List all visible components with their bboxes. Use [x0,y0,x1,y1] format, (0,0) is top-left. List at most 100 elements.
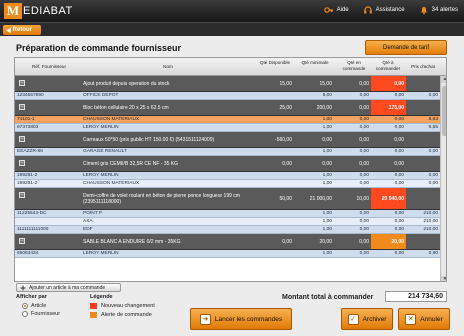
cell-minimale: 200,00 [316,104,332,111]
product-row[interactable]: − SABLE BLANC A ENDUIRE 0/2 mm - 35KG 0,00… [15,234,440,250]
cell-prix [406,156,440,171]
cell-a-commander: 0,00 [394,149,404,154]
help-label: Aide [336,7,349,13]
col-dispo[interactable]: Qté Disponible [258,60,292,66]
product-description: Ajout produit depuis operation du stock [83,80,170,87]
order-grid: Réf. Fournisseur Nom Qté Disponible Qté … [14,57,447,282]
product-row[interactable]: − Bloc béton cellulaire 20 x 25 x 62.5 cm… [15,100,440,116]
product-row[interactable]: − Carreaux 50*50 (prix public HT 150.00 €… [15,132,440,148]
cell-en-commande: 0,00 [359,160,369,167]
col-minimale[interactable]: Qté minimale [298,60,332,66]
cell-minimale: 1,00 [322,251,332,256]
supplier-ref [17,218,79,225]
cell-a-commander: 0,00 [394,173,404,178]
scroll-up-icon[interactable]: ▲ [441,76,446,83]
supplier-ref: EEAZZR-88 [17,149,43,154]
cell-a-commander: 0,00 [394,160,404,167]
help-link[interactable]: Aide [323,5,349,15]
cell-en-commande: 0,00 [359,251,369,256]
launch-orders-button[interactable]: ➜ Lancer les commandes [190,308,292,330]
cell-prix: 8,63 [428,117,438,122]
logo: M EDIABAT [4,3,73,19]
assistance-label: Assistance [375,7,405,13]
col-ref[interactable]: Réf. Fournisseur [19,64,79,70]
supplier-row[interactable]: 74101-1 CHAUSSON MATERIAUX 1,00 0,00 0,00 8,6… [15,116,440,124]
cell-minimale: 15,00 [319,80,332,87]
truck-icon: ➜ [199,313,211,325]
assistance-link[interactable]: Assistance [363,5,405,15]
collapse-icon[interactable]: − [19,136,25,142]
cell-minimale: 0,00 [322,136,332,143]
scroll-thumb[interactable] [442,86,446,136]
supplier-ref: 199281-2 [17,173,38,178]
product-row[interactable]: − Demi-coffre de volet roulant en béton d… [15,188,440,210]
supplier-row[interactable]: AXA 1,00 0,00 0,00 210,00 [15,218,440,226]
cell-en-commande: 10,00 [356,195,369,202]
cancel-icon: ✕ [405,313,417,325]
radio-article-control[interactable] [22,303,28,309]
cell-prix: 210,00 [423,219,438,224]
supplier-row[interactable]: 1234567890 OFFICE DEPOT 5,00 0,00 0,00 0,00 [15,92,440,100]
radio-article[interactable]: Article [22,303,60,309]
cell-en-commande: 0,00 [359,173,369,178]
tarif-request-button[interactable]: Demande de tarif [365,40,447,55]
total-label: Montant total à commander [282,294,374,301]
cell-prix [406,234,440,249]
cell-minimale: 1,00 [322,227,332,232]
alerts-link[interactable]: 34 alertes [419,5,458,15]
cancel-button[interactable]: ✕ Annuler [398,308,450,330]
cell-minimale: 1,00 [322,181,332,186]
supplier-row[interactable]: 67373803 LEROY MERLIN 1,00 0,00 0,00 6,55 [15,124,440,132]
cell-dispo [258,210,294,217]
cell-dispo: 50,00 [279,195,292,202]
supplier-row[interactable]: 65063434 LEROY MERLIN 1,00 0,00 0,00 0,90 [15,250,440,258]
cell-prix: 0,00 [428,181,438,186]
cell-minimale: 5,00 [322,93,332,98]
cell-prix: 0,00 [428,149,438,154]
supplier-row[interactable]: 11225544-DC POINT P 1,00 0,00 0,00 210,00 [15,210,440,218]
cell-a-commander: 0,00 [394,251,404,256]
col-en-commande[interactable]: Qté en commande [336,60,372,71]
grid-scrollbar[interactable]: ▲ ▼ [440,76,446,281]
cell-prix [406,188,440,209]
col-name[interactable]: Nom [83,64,253,70]
collapse-icon[interactable]: − [19,80,25,86]
supplier-name: EDF [83,227,93,232]
cell-a-commander: 0,00 [394,93,404,98]
bell-icon [420,7,427,15]
legend-item: Alerte de commande [90,312,155,318]
radio-fournisseur[interactable]: Fournisseur [22,311,60,317]
col-prix[interactable]: Prix d'achat [406,64,440,70]
supplier-row[interactable]: 199281-2 LEROY MERLIN 1,00 0,00 0,00 0,00 [15,172,440,180]
cell-en-commande: 0,00 [359,80,369,87]
legend-swatch-orange [90,312,97,318]
scroll-down-icon[interactable]: ▼ [441,276,446,281]
product-row[interactable]: − Ciment gris CEMII/B 32,5R CE NF - 35 KG… [15,156,440,172]
collapse-icon[interactable]: − [19,160,25,166]
collapse-icon[interactable]: − [19,238,25,244]
cell-en-commande: 0,00 [359,93,369,98]
product-description: Carreaux 50*50 (prix public HT 150.00 €)… [83,136,215,143]
archive-button[interactable]: ✓ Archiver [341,308,393,330]
launch-orders-label: Lancer les commandes [214,315,283,323]
cell-a-commander: 20 940,00 [371,188,406,209]
display-by-group: Afficher par Article Fournisseur [16,294,60,317]
collapse-icon[interactable]: − [19,192,25,198]
add-article-button[interactable]: Ajouter un article à ma commande [16,283,121,292]
col-a-commander[interactable]: Qté à commander [371,60,405,71]
radio-fournisseur-control[interactable] [22,311,28,317]
collapse-icon[interactable]: − [19,104,25,110]
cell-a-commander: 175,00 [371,100,406,115]
radio-fournisseur-label: Fournisseur [31,311,61,317]
supplier-row[interactable]: 1111111111000 EDF 1,00 0,00 0,00 210,00 [15,226,440,234]
headset-icon [363,6,372,14]
cell-a-commander: 0,00 [394,211,404,216]
supplier-row[interactable]: EEAZZR-88 GARAGE RENAULT 1,00 0,00 0,00 0,00 [15,148,440,156]
supplier-row[interactable]: 199281-2 CHAUSSON MATERIAUX 1,00 0,00 0,00 0,… [15,180,440,188]
back-button[interactable]: ◀ Retour [3,25,41,35]
cell-en-commande: 0,00 [359,125,369,130]
product-row[interactable]: − Ajout produit depuis operation du stock… [15,76,440,92]
cell-en-commande: 0,00 [359,136,369,143]
cell-dispo [258,226,294,233]
cell-a-commander: 0,00 [394,219,404,224]
